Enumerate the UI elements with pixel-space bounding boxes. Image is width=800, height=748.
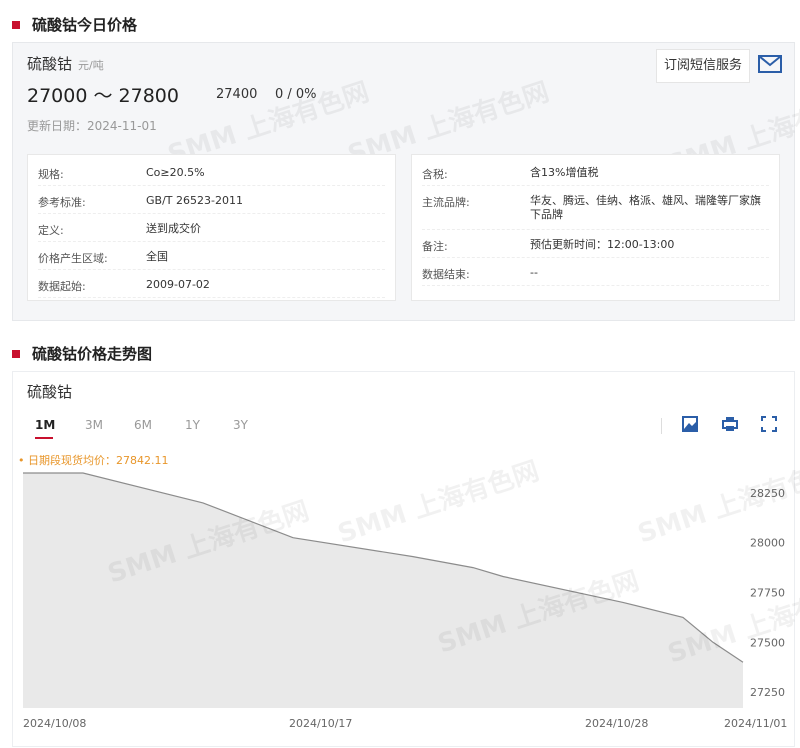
spec-value: 预估更新时间：12:00-13:00 (530, 238, 675, 251)
spec-key: 含税: (422, 168, 448, 181)
spec-value: Co≥20.5% (146, 166, 205, 179)
spec-row: 主流品牌: 华友、腾远、佳纳、格派、雄风、瑞隆等厂家旗下品牌 (422, 185, 769, 230)
x-tick-label: 2024/10/17 (289, 717, 352, 730)
spec-value: 送到成交价 (146, 222, 201, 235)
spec-value: 含13%增值税 (530, 166, 599, 179)
x-tick-label: 2024/10/08 (23, 717, 86, 730)
spec-row: 规格: Co≥20.5% (38, 157, 385, 186)
spec-key: 定义: (38, 224, 64, 237)
price-range: 27000 ～ 27800 (27, 85, 179, 107)
product-name: 硫酸钴 (27, 55, 73, 73)
update-date: 2024-11-01 (87, 119, 157, 133)
y-tick-label: 27250 (750, 686, 785, 699)
price-panel: SMM 上海有色网 SMM 上海有色网 SMM 上海有色网 硫酸钴元/吨 270… (12, 42, 800, 321)
update-label: 更新日期： (27, 119, 88, 133)
spec-value: 全国 (146, 250, 168, 263)
spec-table-right: 含税: 含13%增值税主流品牌: 华友、腾远、佳纳、格派、雄风、瑞隆等厂家旗下品牌备… (411, 154, 780, 301)
spec-key: 主流品牌: (422, 196, 470, 209)
spec-row: 价格产生区域: 全国 (38, 241, 385, 270)
spec-value: GB/T 26523-2011 (146, 194, 243, 207)
y-tick-label: 28000 (750, 537, 785, 550)
spec-key: 数据结束: (422, 268, 470, 281)
spec-value: -- (530, 266, 538, 279)
section-title-price: 硫酸钴今日价格 (12, 14, 137, 35)
x-tick-label: 2024/10/28 (585, 717, 648, 730)
section-marker (12, 349, 20, 358)
mail-icon[interactable] (758, 55, 782, 73)
spec-value: 华友、腾远、佳纳、格派、雄风、瑞隆等厂家旗下品牌 (530, 194, 761, 221)
section-marker (12, 20, 20, 29)
chart-panel: 硫酸钴 1M 3M 6M 1Y 3Y • 日期段现货均价：27842.11 27… (12, 371, 800, 747)
spec-table-left: 规格: Co≥20.5% 参考标准: GB/T 26523-2011 定义: 送到成交价价… (27, 154, 396, 301)
spec-row: 含税: 含13%增值税 (422, 157, 769, 186)
section-title-text: 硫酸钴今日价格 (32, 16, 138, 34)
spec-key: 参考标准: (38, 196, 86, 209)
product-name-row: 硫酸钴 元/吨 (27, 53, 104, 74)
section-title-trend: 硫酸钴价格走势图 (12, 343, 152, 364)
update-date-row: 更新日期：2024-11-01 (27, 117, 157, 134)
subscribe-sms-button[interactable]: 订阅短信服务 (656, 49, 750, 83)
x-tick-label: 2024/11/01 (724, 717, 787, 730)
spec-row: 数据结束: -- (422, 257, 769, 286)
spec-row: 定义: 送到成交价 (38, 213, 385, 242)
section-title-text: 硫酸钴价格走势图 (32, 345, 153, 363)
price-change: 0 / 0% (275, 87, 317, 102)
spec-key: 价格产生区域: (38, 252, 108, 265)
spec-row: 数据起始: 2009-07-02 (38, 269, 385, 298)
spec-value: 2009-07-02 (146, 278, 210, 291)
spec-row: 参考标准: GB/T 26523-2011 (38, 185, 385, 214)
spec-key: 备注: (422, 240, 448, 253)
spec-row: 备注: 预估更新时间：12:00-13:00 (422, 229, 769, 258)
spec-key: 数据起始: (38, 280, 86, 293)
product-unit: 元/吨 (78, 59, 104, 72)
price-average: 27400 (216, 87, 258, 102)
spec-key: 规格: (38, 168, 64, 181)
